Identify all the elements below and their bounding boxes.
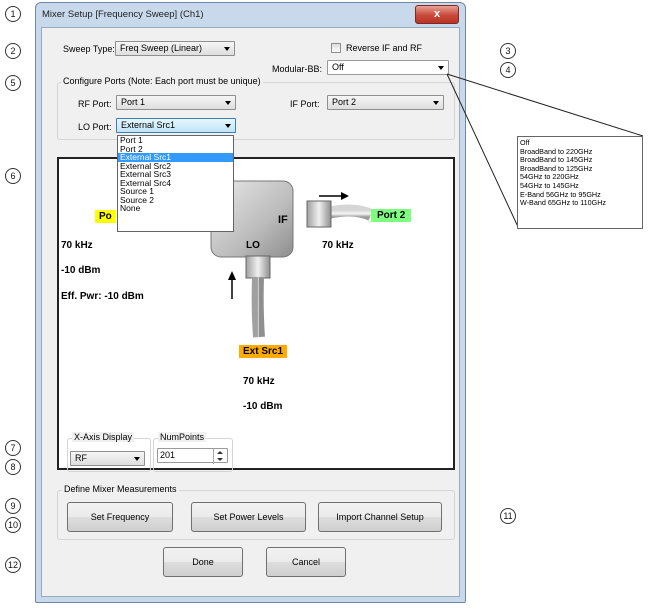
callout-6: 6: [5, 168, 21, 184]
lo-cable: [251, 276, 265, 338]
mixer-measurements-title: Define Mixer Measurements: [62, 484, 179, 494]
lo-port-dropdown-list: Port 1 Port 2 External Src1 External Src…: [117, 135, 234, 232]
sweep-type-value: Freq Sweep (Linear): [120, 43, 203, 53]
rf-port-label: RF Port:: [78, 99, 112, 109]
if-port-label: IF Port:: [290, 99, 320, 109]
callout-1: 1: [5, 6, 21, 22]
lo-port-select[interactable]: External Src1: [116, 118, 236, 133]
if-port-tag: Port 2: [371, 209, 412, 222]
set-frequency-button[interactable]: Set Frequency: [67, 502, 173, 532]
lo-power: -10 dBm: [243, 401, 283, 412]
chevron-down-icon: [134, 457, 140, 461]
callout-3: 3: [500, 43, 516, 59]
if-text: IF: [278, 214, 288, 226]
configure-ports-title: Configure Ports (Note: Each port must be…: [61, 76, 263, 86]
if-port-select[interactable]: Port 2: [327, 95, 444, 110]
lo-text: LO: [246, 240, 260, 251]
rf-frequency: 70 kHz: [61, 240, 93, 251]
xaxis-display-title: X-Axis Display: [72, 432, 135, 442]
modular-bb-options-box: Off BroadBand to 220GHz BroadBand to 145…: [517, 136, 643, 229]
lo-port-value: External Src1: [121, 120, 176, 130]
sweep-type-label: Sweep Type:: [63, 44, 115, 54]
rf-power: -10 dBm: [61, 265, 101, 276]
rf-effective-power: Eff. Pwr: -10 dBm: [61, 291, 144, 302]
done-button[interactable]: Done: [163, 547, 243, 577]
modular-bb-value: Off: [332, 62, 344, 72]
lo-port-label: LO Port:: [78, 122, 112, 132]
close-button[interactable]: x: [415, 5, 459, 24]
numpoints-input[interactable]: 201: [157, 448, 228, 464]
callout-2: 2: [5, 43, 21, 59]
chevron-down-icon: [225, 124, 231, 128]
chevron-down-icon: [433, 101, 439, 105]
callout-5: 5: [5, 75, 21, 91]
lo-source-tag: Ext Src1: [239, 345, 288, 358]
lo-arrow-head: [228, 271, 236, 280]
xaxis-display-value: RF: [75, 453, 87, 463]
rf-port-select[interactable]: Port 1: [116, 95, 236, 110]
if-port-value: Port 2: [332, 97, 357, 107]
import-channel-setup-button[interactable]: Import Channel Setup: [318, 502, 442, 532]
reverse-if-rf-label: Reverse IF and RF: [346, 43, 423, 53]
spin-up-icon[interactable]: [217, 451, 223, 454]
modular-bb-select[interactable]: Off: [327, 60, 449, 75]
lo-frequency: 70 kHz: [243, 376, 275, 387]
spin-down-icon[interactable]: [217, 458, 223, 461]
set-power-levels-button[interactable]: Set Power Levels: [191, 502, 306, 532]
callout-11: 11: [500, 508, 516, 524]
chevron-down-icon: [438, 66, 444, 70]
modular-option-wband: W-Band 65GHz to 110GHz: [520, 198, 607, 208]
rf-port-value: Port 1: [121, 97, 146, 107]
rf-port-tag: Po: [95, 210, 116, 223]
callout-7: 7: [5, 440, 21, 456]
xaxis-display-select[interactable]: RF: [70, 451, 145, 466]
callout-9: 9: [5, 498, 21, 514]
chevron-down-icon: [224, 47, 230, 51]
numpoints-stepper[interactable]: [213, 449, 227, 464]
chevron-down-icon: [225, 101, 231, 105]
callout-8: 8: [5, 459, 21, 475]
callout-line-top: [446, 73, 644, 137]
reverse-if-rf-checkbox[interactable]: [331, 43, 341, 53]
modular-bb-label: Modular-BB:: [272, 64, 323, 74]
if-connector: [306, 200, 332, 228]
numpoints-value: 201: [160, 450, 176, 460]
cancel-button[interactable]: Cancel: [266, 547, 346, 577]
callout-10: 10: [5, 517, 21, 533]
if-frequency: 70 kHz: [322, 240, 354, 251]
lo-connector: [245, 255, 271, 279]
if-arrow-head: [341, 192, 349, 200]
callout-4: 4: [500, 62, 516, 78]
numpoints-title: NumPoints: [158, 432, 207, 442]
callout-12: 12: [5, 557, 21, 573]
window-title: Mixer Setup [Frequency Sweep] (Ch1): [42, 9, 204, 20]
lo-option-none[interactable]: None: [118, 204, 233, 213]
title-bar[interactable]: Mixer Setup [Frequency Sweep] (Ch1) x: [36, 3, 465, 27]
sweep-type-select[interactable]: Freq Sweep (Linear): [115, 41, 235, 56]
